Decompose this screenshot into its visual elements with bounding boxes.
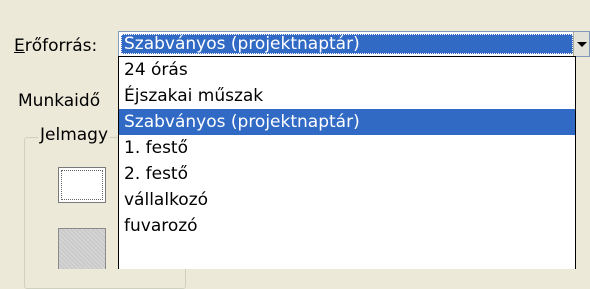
combobox-selected-value[interactable]: Szabványos (projektnaptár) xyxy=(121,34,573,54)
legend-label: Jelmagy xyxy=(38,125,111,145)
dropdown-item-painter-1[interactable]: 1. festő xyxy=(119,135,575,161)
resource-label-text: rőforrás: xyxy=(24,36,98,56)
resource-label-mnemonic: E xyxy=(14,36,25,56)
dropdown-item-painter-2[interactable]: 2. festő xyxy=(119,161,575,187)
resource-calendar-combobox[interactable]: Szabványos (projektnaptár) xyxy=(118,31,590,57)
dropdown-item-standard[interactable]: Szabványos (projektnaptár) xyxy=(119,109,575,135)
legend-nonworking-swatch xyxy=(58,228,106,269)
dropdown-item-carrier[interactable]: fuvarozó xyxy=(119,213,575,239)
dropdown-item-24-hour[interactable]: 24 órás xyxy=(119,57,575,83)
worktime-label: Munkaidő xyxy=(18,91,101,111)
resource-label: Erőforrás: xyxy=(14,35,97,57)
dropdown-item-contractor[interactable]: vállalkozó xyxy=(119,187,575,213)
calendar-dropdown-list[interactable]: 24 órás Éjszakai műszak Szabványos (proj… xyxy=(118,56,576,269)
legend-working-swatch xyxy=(58,167,106,203)
chevron-down-icon[interactable] xyxy=(573,32,589,56)
dropdown-item-night-shift[interactable]: Éjszakai műszak xyxy=(119,83,575,109)
